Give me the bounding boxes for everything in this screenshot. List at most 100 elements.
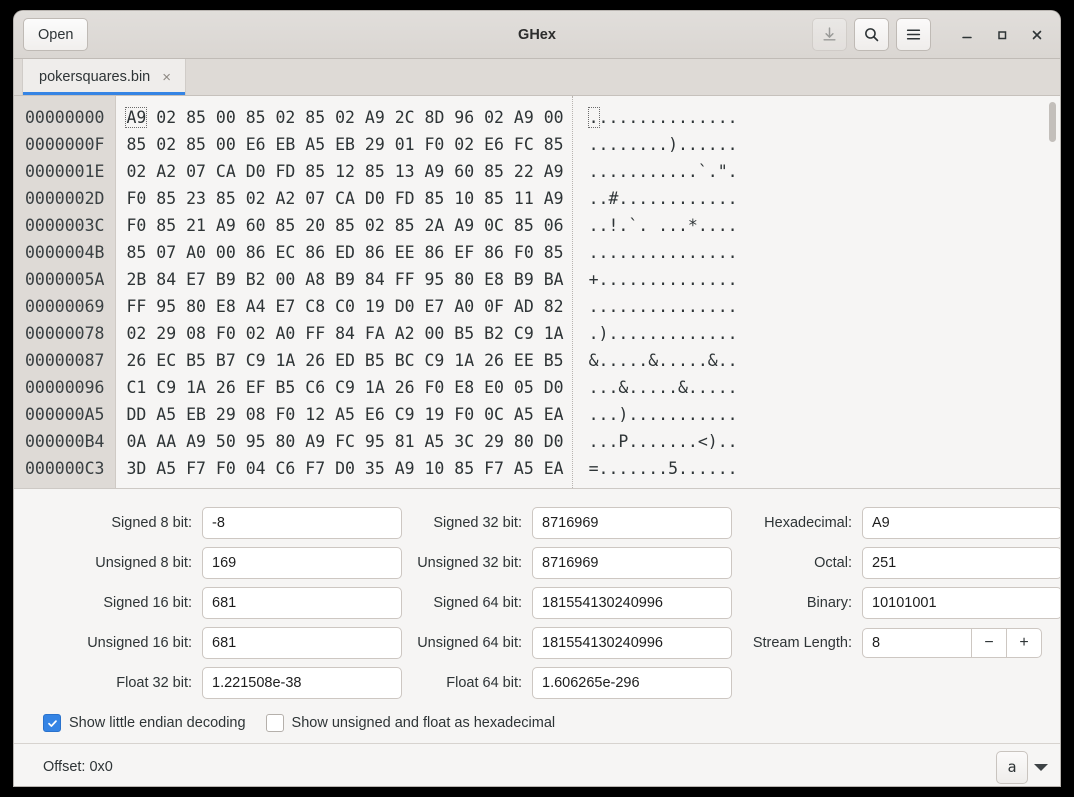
ascii-row[interactable]: =.......5...... (589, 455, 738, 482)
tab-pokersquares-bin[interactable]: pokersquares.bin × (22, 59, 186, 95)
tab-close-icon[interactable]: × (162, 70, 171, 85)
hex-view-scrollbar[interactable] (1049, 102, 1056, 482)
hex-row[interactable]: 02 A2 07 CA D0 FD 85 12 85 13 A9 60 85 2… (126, 158, 563, 185)
little-endian-label[interactable]: Show little endian decoding (69, 715, 246, 731)
inspector-input[interactable]: -8 (202, 507, 402, 539)
hex-row[interactable]: A9 02 85 00 85 02 85 02 A9 2C 8D 96 02 A… (126, 104, 563, 131)
hex-floats-checkbox[interactable] (266, 714, 284, 732)
hex-row[interactable]: 3D A5 F7 F0 04 C6 F7 D0 35 A9 10 85 F7 A… (126, 455, 563, 482)
offset-cell: 000000B4 (25, 428, 104, 455)
stream-length-input[interactable]: 8 (862, 628, 971, 658)
inspector-input[interactable]: 181554130240996 (532, 587, 732, 619)
offset-cell: 00000078 (25, 320, 104, 347)
ascii-row[interactable]: .)............. (589, 320, 738, 347)
inspector-input[interactable]: 1.221508e-38 (202, 667, 402, 699)
offset-cell: 00000000 (25, 104, 104, 131)
offset-cell: 0000002D (25, 185, 104, 212)
chevron-down-icon[interactable] (1034, 764, 1048, 771)
close-button[interactable] (1023, 21, 1051, 49)
hex-floats-label[interactable]: Show unsigned and float as hexadecimal (292, 715, 556, 731)
ascii-row[interactable]: ..#............ (589, 185, 738, 212)
menu-icon (905, 26, 922, 43)
ghex-window: Open GHex (14, 11, 1060, 786)
hex-view[interactable]: 000000000000000F0000001E0000002D0000003C… (14, 96, 1060, 489)
header-actions (812, 18, 1051, 51)
offset-cell: 0000000F (25, 131, 104, 158)
search-button[interactable] (854, 18, 889, 51)
inspector-label: Float 32 bit: (32, 675, 192, 691)
ascii-row[interactable]: ...P.......<).. (589, 428, 738, 455)
menu-button[interactable] (896, 18, 931, 51)
hex-cell-focused[interactable]: A9 (126, 108, 146, 127)
offset-cell: 000000A5 (25, 401, 104, 428)
ascii-row[interactable]: +.............. (589, 266, 738, 293)
open-button[interactable]: Open (23, 18, 88, 51)
inspector-input[interactable]: 169 (202, 547, 402, 579)
stream-length-stepper[interactable]: 8−+ (862, 628, 1042, 658)
hex-row[interactable]: 0A AA A9 50 95 80 A9 FC 95 81 A5 3C 29 8… (126, 428, 563, 455)
encoding-button[interactable]: a (996, 751, 1028, 784)
hex-row[interactable]: DD A5 EB 29 08 F0 12 A5 E6 C9 19 F0 0C A… (126, 401, 563, 428)
hex-row[interactable]: 85 07 A0 00 86 EC 86 ED 86 EE 86 EF 86 F… (126, 239, 563, 266)
inspector-input[interactable]: 8716969 (532, 547, 732, 579)
inspector-label: Float 64 bit: (392, 675, 522, 691)
ascii-row[interactable]: ..!.`. ...*.... (589, 212, 738, 239)
hex-row[interactable]: 85 02 85 00 E6 EB A5 EB 29 01 F0 02 E6 F… (126, 131, 563, 158)
inspector-input[interactable]: 681 (202, 587, 402, 619)
save-icon (821, 26, 838, 43)
ascii-row[interactable]: ............... (589, 239, 738, 266)
inspector-label: Signed 8 bit: (32, 515, 192, 531)
ascii-cell-focused[interactable]: . (589, 108, 599, 127)
inspector-input[interactable]: A9 (862, 507, 1060, 539)
hex-row[interactable]: 26 EC B5 B7 C9 1A 26 ED B5 BC C9 1A 26 E… (126, 347, 563, 374)
save-button[interactable] (812, 18, 847, 51)
inspector-input[interactable]: 10101001 (862, 587, 1060, 619)
minimize-icon (960, 28, 974, 42)
header-bar: Open GHex (14, 11, 1060, 59)
stream-length-decrement[interactable]: − (971, 628, 1006, 658)
inspector-label: Unsigned 64 bit: (392, 635, 522, 651)
open-button-label: Open (38, 27, 73, 43)
maximize-button[interactable] (988, 21, 1016, 49)
hex-row[interactable]: F0 85 21 A9 60 85 20 85 02 85 2A A9 0C 8… (126, 212, 563, 239)
hex-row[interactable]: C1 C9 1A 26 EF B5 C6 C9 1A 26 F0 E8 E0 0… (126, 374, 563, 401)
tab-bar: pokersquares.bin × (14, 59, 1060, 96)
ascii-row[interactable]: ........)...... (589, 131, 738, 158)
hex-row[interactable]: 02 29 08 F0 02 A0 FF 84 FA A2 00 B5 B2 C… (126, 320, 563, 347)
inspector-label: Unsigned 32 bit: (392, 555, 522, 571)
offset-cell: 000000C3 (25, 455, 104, 482)
inspector-input[interactable]: 181554130240996 (532, 627, 732, 659)
inspector-input[interactable]: 1.606265e-296 (532, 667, 732, 699)
ascii-row[interactable]: &.....&.....&.. (589, 347, 738, 374)
offset-cell: 0000004B (25, 239, 104, 266)
ascii-row[interactable]: ...&.....&..... (589, 374, 738, 401)
check-icon (47, 718, 58, 729)
hex-column[interactable]: A9 02 85 00 85 02 85 02 A9 2C 8D 96 02 A… (116, 96, 563, 488)
inspector-input[interactable]: 681 (202, 627, 402, 659)
ascii-row[interactable]: ...........`.". (589, 158, 738, 185)
stream-length-increment[interactable]: + (1006, 628, 1042, 658)
hex-row[interactable]: F0 85 23 85 02 A2 07 CA D0 FD 85 10 85 1… (126, 185, 563, 212)
inspector-input[interactable]: 251 (862, 547, 1060, 579)
offset-cell: 00000069 (25, 293, 104, 320)
maximize-icon (995, 28, 1009, 42)
ascii-row[interactable]: ............... (589, 293, 738, 320)
scrollbar-thumb[interactable] (1049, 102, 1056, 142)
hex-row[interactable]: FF 95 80 E8 A4 E7 C8 C0 19 D0 E7 A0 0F A… (126, 293, 563, 320)
minimize-button[interactable] (953, 21, 981, 49)
offset-column: 000000000000000F0000001E0000002D0000003C… (14, 96, 116, 488)
inspector-label: Binary: (722, 595, 852, 611)
little-endian-checkbox[interactable] (43, 714, 61, 732)
hex-row[interactable]: 2B 84 E7 B9 B2 00 A8 B9 84 FF 95 80 E8 B… (126, 266, 563, 293)
inspector-label: Signed 32 bit: (392, 515, 522, 531)
close-icon (1030, 28, 1044, 42)
ascii-row[interactable]: ...)........... (589, 401, 738, 428)
ascii-column[interactable]: .......................)................… (572, 96, 738, 488)
inspector-label: Signed 16 bit: (32, 595, 192, 611)
inspector-label: Stream Length: (722, 635, 852, 651)
ascii-row[interactable]: ............... (589, 104, 738, 131)
offset-status: Offset: 0x0 (43, 759, 113, 775)
offset-cell: 0000003C (25, 212, 104, 239)
inspector-input[interactable]: 8716969 (532, 507, 732, 539)
inspector-label: Hexadecimal: (722, 515, 852, 531)
